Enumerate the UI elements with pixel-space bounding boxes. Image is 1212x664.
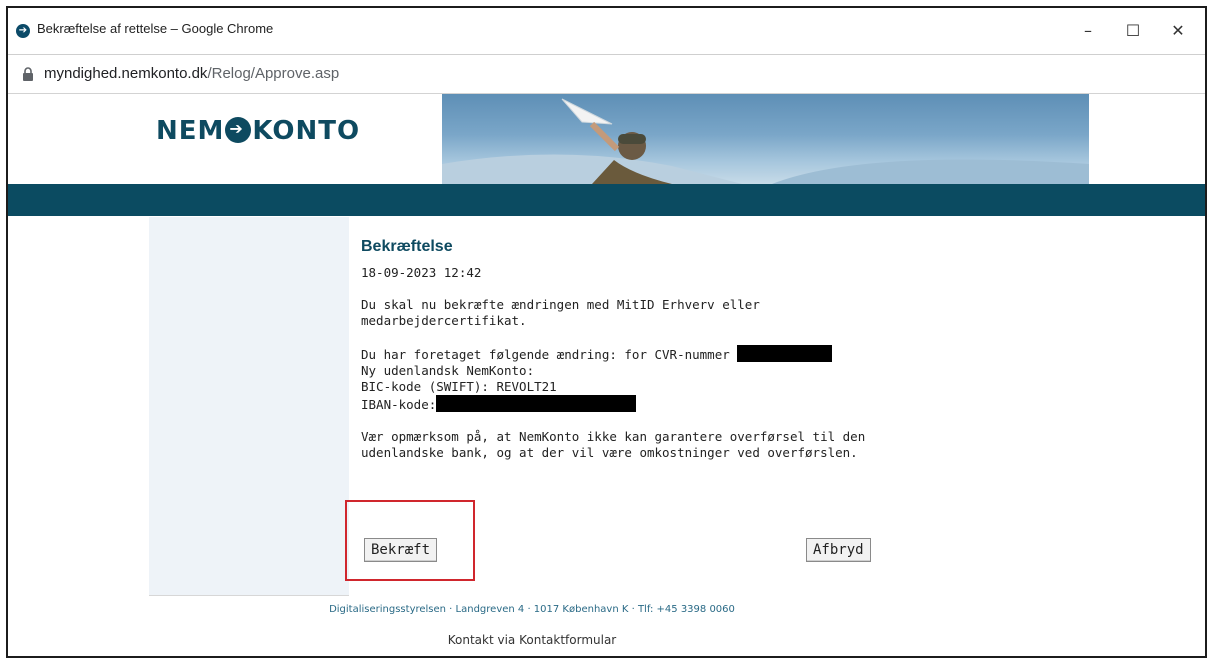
iban-line: IBAN-kode:: [361, 395, 901, 413]
warning-line-1: Vær opmærksom på, at NemKonto ikke kan g…: [361, 429, 866, 444]
highlight-box: [345, 500, 475, 581]
left-sidebar-panel: [149, 217, 349, 596]
change-line-2: Ny udenlandsk NemKonto:: [361, 363, 535, 378]
browser-window: ➔ Bekræftelse af rettelse – Google Chrom…: [6, 6, 1207, 658]
title-bar: ➔ Bekræftelse af rettelse – Google Chrom…: [8, 8, 1205, 55]
change-cvr-line: Du har foretaget følgende ændring: for C…: [361, 345, 901, 363]
intro-line-2: medarbejdercertifikat.: [361, 313, 527, 328]
minimize-button[interactable]: –: [1068, 16, 1108, 46]
close-button[interactable]: ✕: [1158, 16, 1198, 46]
site-header: NEM KONTO: [8, 94, 1205, 184]
url-text[interactable]: myndighed.nemkonto.dk/Relog/Approve.asp: [44, 65, 339, 82]
header-band: [8, 184, 1205, 216]
page-title: Bekræftelse: [361, 238, 453, 255]
address-bar[interactable]: myndighed.nemkonto.dk/Relog/Approve.asp: [8, 55, 1205, 94]
logo-text-right: KONTO: [252, 116, 361, 146]
url-path: /Relog/Approve.asp: [207, 65, 340, 82]
footer-address: Digitaliseringsstyrelsen · Landgreven 4 …: [329, 604, 735, 615]
chrome-app-icon: ➔: [16, 24, 30, 38]
lock-icon[interactable]: [22, 67, 34, 81]
iban-label: IBAN-kode:: [361, 397, 437, 412]
logo-text-left: NEM: [156, 116, 225, 146]
bic-line: BIC-kode (SWIFT): REVOLT21: [361, 379, 557, 394]
confirmation-content: Bekræftelse 18-09-2023 12:42 Du skal nu …: [361, 239, 901, 461]
url-domain: myndighed.nemkonto.dk: [44, 65, 208, 82]
nemkonto-logo[interactable]: NEM KONTO: [156, 116, 360, 146]
paper-plane-man-illustration: [442, 98, 1089, 184]
maximize-button[interactable]: ☐: [1113, 16, 1153, 46]
redacted-iban: [436, 395, 637, 412]
intro-line-1: Du skal nu bekræfte ændringen med MitID …: [361, 297, 760, 312]
hero-banner-image: [442, 94, 1089, 184]
logo-arrow-icon: [225, 117, 252, 143]
redacted-cvr: [737, 345, 833, 362]
warning-line-2: udenlandske bank, og at der vil være omk…: [361, 445, 858, 460]
change-cvr-label: Du har foretaget følgende ændring: for C…: [361, 347, 730, 362]
contact-link[interactable]: Kontakt via Kontaktformular: [8, 633, 1056, 647]
window-title: Bekræftelse af rettelse – Google Chrome: [37, 21, 274, 36]
timestamp: 18-09-2023 12:42: [361, 265, 482, 280]
page-viewport: NEM KONTO Bekræftelse 18-09-2023 12:42: [8, 94, 1205, 656]
cancel-button[interactable]: Afbryd: [806, 538, 871, 562]
